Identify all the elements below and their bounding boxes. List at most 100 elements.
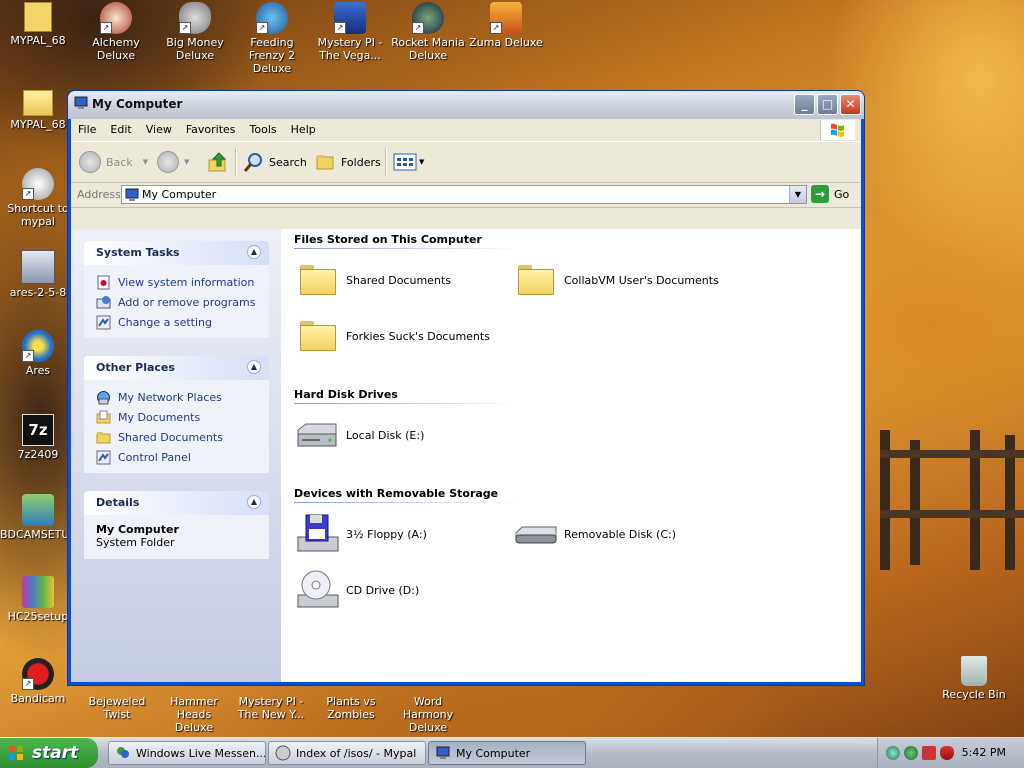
- place-my-network-places[interactable]: My Network Places: [96, 387, 269, 407]
- desktop-icon-word-harmony[interactable]: Word Harmony Deluxe: [390, 695, 466, 734]
- menu-view[interactable]: View: [139, 119, 179, 141]
- hard-disk-icon: [297, 423, 337, 447]
- forward-button[interactable]: ▼: [157, 148, 189, 176]
- back-button[interactable]: Back ▼: [79, 148, 148, 176]
- desktop-icon-plants-vs-zombies[interactable]: Plants vs Zombies: [313, 695, 389, 721]
- views-dropdown-icon: ▼: [419, 158, 425, 166]
- mypal-icon: ↗: [22, 168, 54, 200]
- task-change-setting[interactable]: Change a setting: [96, 312, 269, 332]
- tray-disconnected-icon[interactable]: [922, 746, 936, 760]
- desktop-icon-ares-setup[interactable]: ares-2-5-8: [0, 250, 76, 299]
- tray-messenger-icon[interactable]: [904, 746, 918, 760]
- removable-disk-icon: [515, 526, 557, 544]
- setup-icon: [22, 494, 54, 526]
- item-floppy-a[interactable]: 3½ Floppy (A:): [294, 511, 427, 557]
- desktop-icon-hammer-heads[interactable]: Hammer Heads Deluxe: [156, 695, 232, 734]
- tray-security-shield-icon[interactable]: [940, 746, 954, 760]
- address-dropdown-icon[interactable]: ▼: [789, 186, 806, 203]
- section-files-stored: Files Stored on This Computer: [294, 233, 482, 246]
- desktop-icon-mystery-pi-vegas[interactable]: ↗ Mystery PI - The Vega...: [312, 2, 388, 62]
- control-panel-icon: [96, 450, 111, 464]
- toolbar: Back ▼ ▼ Search Folders ▼: [71, 142, 861, 183]
- desktop-icon-shortcut-mypal[interactable]: ↗ Shortcut to mypal: [0, 168, 76, 228]
- task-windows-live-messenger[interactable]: Windows Live Messen...: [108, 741, 266, 765]
- clock: 5:42 PM: [961, 746, 1006, 759]
- section-divider: [294, 502, 524, 503]
- wallpaper-fence: [880, 430, 1024, 570]
- folders-button[interactable]: Folders: [315, 148, 381, 176]
- desktop-icon-recycle-bin[interactable]: Recycle Bin: [936, 656, 1012, 701]
- place-shared-documents[interactable]: Shared Documents: [96, 427, 269, 447]
- go-button[interactable]: → Go: [811, 185, 849, 203]
- my-computer-window: My Computer _ □ ✕ File Edit View Favorites T…: [67, 90, 865, 686]
- 7zip-icon: 7z: [22, 414, 54, 446]
- title-bar[interactable]: My Computer _ □ ✕: [68, 91, 864, 119]
- views-icon: [393, 153, 417, 171]
- task-mypal-browser[interactable]: Index of /isos/ - Mypal: [268, 741, 426, 765]
- item-collabvm-documents[interactable]: CollabVM User's Documents: [512, 257, 719, 303]
- maximize-button[interactable]: □: [817, 94, 838, 115]
- desktop-icon-bandicam[interactable]: ↗ Bandicam: [0, 658, 76, 705]
- place-control-panel[interactable]: Control Panel: [96, 447, 269, 467]
- item-forkies-documents[interactable]: Forkies Suck's Documents: [294, 313, 490, 359]
- close-button[interactable]: ✕: [840, 94, 861, 115]
- place-my-documents[interactable]: My Documents: [96, 407, 269, 427]
- desktop-icon-7zip[interactable]: 7z 7z2409: [0, 414, 76, 461]
- menu-tools[interactable]: Tools: [243, 119, 284, 141]
- menu-file[interactable]: File: [71, 119, 103, 141]
- task-add-remove-programs[interactable]: Add or remove programs: [96, 292, 269, 312]
- menu-bar: File Edit View Favorites Tools Help: [71, 119, 861, 142]
- desktop-icon-mypal-folder[interactable]: MYPAL_68: [0, 86, 76, 131]
- desktop-icon-alchemy[interactable]: ↗ Alchemy Deluxe: [78, 2, 154, 62]
- menu-favorites[interactable]: Favorites: [179, 119, 243, 141]
- desktop-icon-zuma[interactable]: ↗ Zuma Deluxe: [468, 2, 544, 49]
- item-cd-drive-d[interactable]: CD Drive (D:): [294, 567, 419, 613]
- start-button[interactable]: start: [0, 738, 98, 768]
- task-view-system-information[interactable]: View system information: [96, 272, 269, 292]
- desktop-icon-feeding-frenzy[interactable]: ↗ Feeding Frenzy 2 Deluxe: [234, 2, 310, 75]
- mystery-pi-icon: ↗: [334, 2, 366, 34]
- zip-folder-icon: [24, 2, 52, 32]
- collapse-chevron-icon[interactable]: ▲: [247, 245, 261, 259]
- desktop-icon-big-money[interactable]: ↗ Big Money Deluxe: [157, 2, 233, 62]
- money-bag-icon: ↗: [179, 2, 211, 34]
- menu-help[interactable]: Help: [284, 119, 323, 141]
- task-my-computer[interactable]: My Computer: [428, 741, 586, 765]
- collapse-chevron-icon[interactable]: ▲: [247, 495, 261, 509]
- rocket-icon: ↗: [412, 2, 444, 34]
- content-area: System Tasks ▲ View system information A…: [71, 229, 861, 682]
- item-removable-disk-c[interactable]: Removable Disk (C:): [512, 511, 676, 557]
- menu-edit[interactable]: Edit: [103, 119, 138, 141]
- details-panel: Details ▲ My Computer System Folder: [84, 491, 269, 559]
- folder-icon: [294, 257, 340, 303]
- up-folder-button[interactable]: [207, 148, 229, 176]
- network-globe-icon: [97, 390, 110, 404]
- tray-network-icon[interactable]: [886, 746, 900, 760]
- back-dropdown-icon: ▼: [142, 158, 149, 166]
- views-button[interactable]: ▼: [393, 148, 424, 176]
- desktop-icon-rocket-mania[interactable]: ↗ Rocket Mania Deluxe: [390, 2, 466, 62]
- details-type: System Folder: [96, 536, 175, 549]
- address-input[interactable]: My Computer ▼: [121, 185, 807, 204]
- collapse-chevron-icon[interactable]: ▲: [247, 360, 261, 374]
- installer-icon: [21, 250, 55, 284]
- task-pane: System Tasks ▲ View system information A…: [71, 229, 281, 682]
- desktop-icon-hc25setup[interactable]: HC25setup: [0, 576, 76, 623]
- section-divider: [294, 248, 524, 249]
- computer-icon: [125, 188, 139, 201]
- details-header[interactable]: Details ▲: [84, 491, 269, 515]
- system-tasks-header[interactable]: System Tasks ▲: [84, 241, 269, 265]
- desktop-icon-ares[interactable]: ↗ Ares: [0, 330, 76, 377]
- desktop-icon-mystery-pi-new-york[interactable]: Mystery PI - The New Y...: [233, 695, 309, 721]
- minimize-button[interactable]: _: [794, 94, 815, 115]
- bandicam-icon: ↗: [22, 658, 54, 690]
- other-places-header[interactable]: Other Places ▲: [84, 356, 269, 380]
- search-button[interactable]: Search: [243, 148, 307, 176]
- item-local-disk-e[interactable]: Local Disk (E:): [294, 412, 424, 458]
- desktop-icon-bdcam-setup[interactable]: BDCAMSETU...: [0, 494, 80, 541]
- mypal-icon: [275, 745, 291, 761]
- desktop-icon-mypal[interactable]: MYPAL_68: [0, 2, 76, 47]
- item-shared-documents[interactable]: Shared Documents: [294, 257, 451, 303]
- details-name: My Computer: [96, 523, 179, 536]
- desktop-icon-bejeweled[interactable]: Bejeweled Twist: [79, 695, 155, 721]
